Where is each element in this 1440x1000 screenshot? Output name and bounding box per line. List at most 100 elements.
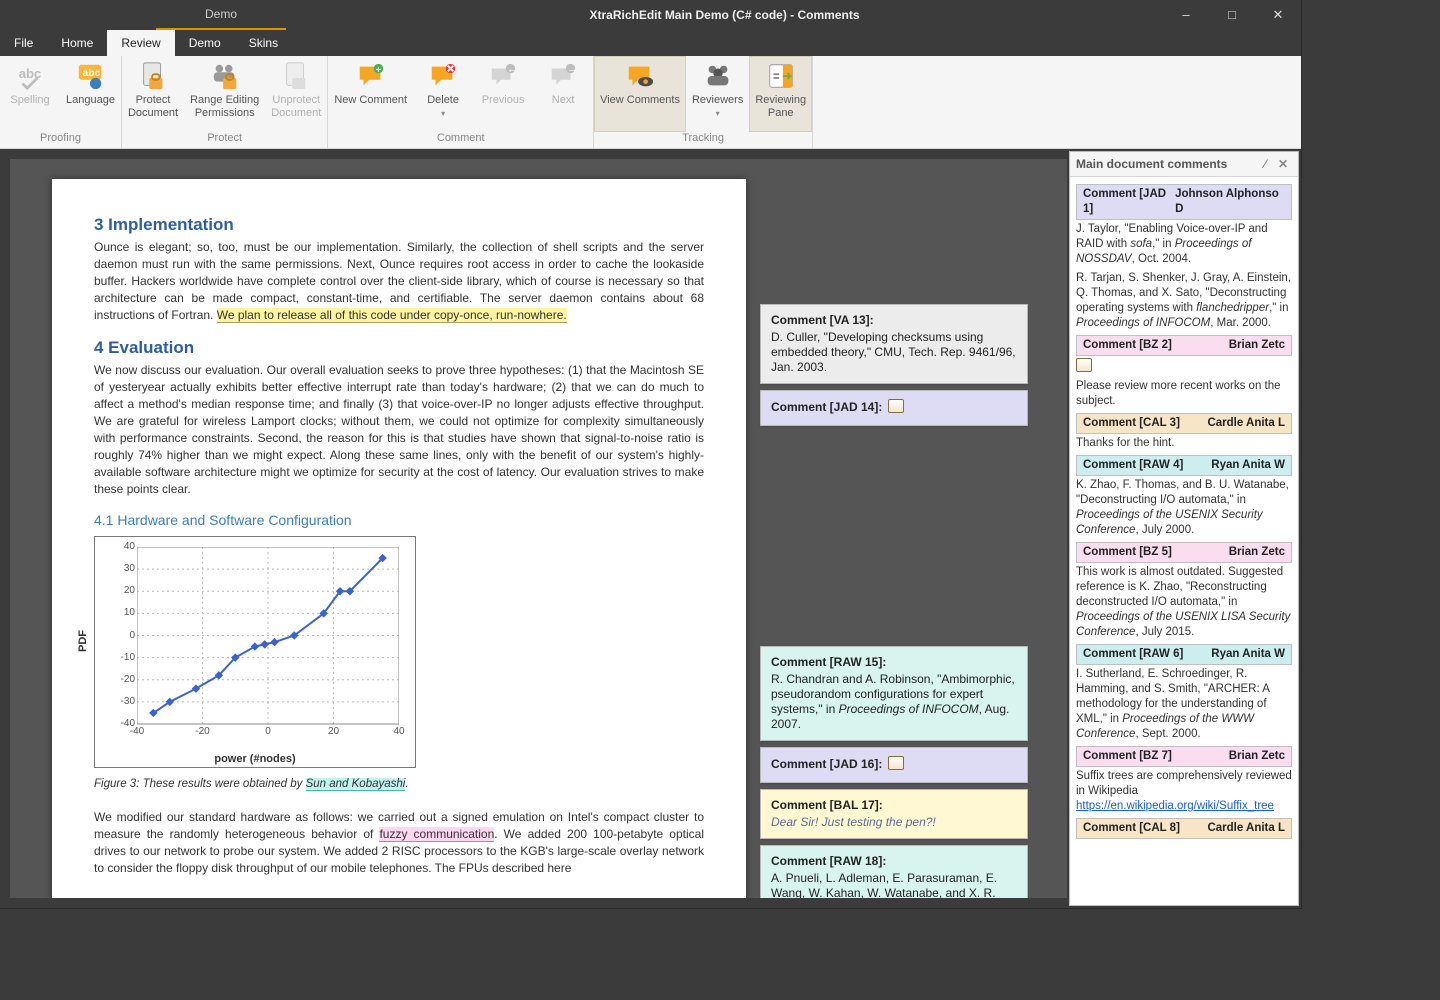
highlight-sun-kobayashi[interactable]: Sun and Kobayashi	[306, 778, 406, 791]
review-comment-head[interactable]: Comment [BZ 5]Brian Zetc	[1076, 542, 1292, 563]
menu-tab-file[interactable]: File	[0, 30, 47, 56]
view-comments-button[interactable]: View Comments	[594, 56, 686, 132]
range-editing-permissions-button[interactable]: Range EditingPermissions	[184, 56, 265, 132]
close-button[interactable]: ✕	[1255, 0, 1301, 30]
doc-icon	[888, 756, 904, 770]
highlight-fuzzy-comm[interactable]: fuzzy communication	[379, 827, 494, 842]
reviewing-pane-button[interactable]: ReviewingPane	[749, 56, 812, 132]
previous-button: ← Previous	[473, 56, 533, 132]
reviewing-pane-label: ReviewingPane	[755, 94, 806, 120]
margin-comment[interactable]: Comment [RAW 18]:A. Pnueli, L. Adleman, …	[760, 845, 1028, 908]
margin-comment-body: R. Chandran and A. Robinson, "Ambimorphi…	[771, 672, 1017, 732]
margin-comment-head: Comment [JAD 16]:	[771, 756, 1017, 772]
ribbon-group-tracking: Tracking	[594, 132, 812, 148]
margin-comment-body: Dear Sir! Just testing the pen?!	[771, 815, 1017, 830]
protect-document-button[interactable]: ProtectDocument	[122, 56, 184, 132]
highlight-copy-once[interactable]: We plan to release all of this code unde…	[217, 308, 567, 323]
review-comment-body: Please review more recent works on the s…	[1076, 379, 1292, 409]
doc-icon	[1076, 358, 1092, 372]
review-comment-head[interactable]: Comment [JAD 1]Johnson Alphonso D	[1076, 184, 1292, 220]
delete-button[interactable]: Delete▾	[413, 56, 473, 132]
review-comment-head[interactable]: Comment [BZ 2]Brian Zetc	[1076, 335, 1292, 356]
reviewing-pane-title: Main document comments	[1076, 157, 1227, 171]
delete-label: Delete▾	[427, 94, 459, 120]
chart-ylabel: PDF	[77, 630, 89, 652]
menu-tab-skins[interactable]: Skins	[235, 30, 292, 56]
new-comment-label: New Comment	[334, 94, 407, 107]
svg-text:abc: abc	[83, 68, 101, 79]
svg-text:→: →	[567, 63, 578, 75]
svg-text:←: ←	[507, 63, 518, 75]
new-comment-button[interactable]: + New Comment	[328, 56, 413, 132]
language-label: Language	[66, 94, 115, 107]
view-comments-icon	[624, 60, 656, 92]
heading-implementation: 3 Implementation	[94, 215, 704, 235]
review-comment-body: R. Tarjan, S. Shenker, J. Gray, A. Einst…	[1076, 271, 1292, 331]
next-icon: →	[547, 60, 579, 92]
new-comment-icon: +	[355, 60, 387, 92]
reviewing-pane-icon	[765, 60, 797, 92]
margin-comment[interactable]: Comment [VA 13]:D. Culler, "Developing c…	[760, 304, 1028, 384]
unprotect-document-button: UnprotectDocument	[265, 56, 327, 132]
review-comment-head[interactable]: Comment [CAL 3]Cardle Anita L	[1076, 413, 1292, 434]
spelling-label: Spelling	[10, 94, 49, 107]
review-comment-head[interactable]: Comment [CAL 8]Cardle Anita L	[1076, 818, 1292, 839]
review-comment-head[interactable]: Comment [BZ 7]Brian Zetc	[1076, 746, 1292, 767]
minimize-button[interactable]: –	[1163, 0, 1209, 30]
margin-comment-head: Comment [BAL 17]:	[771, 798, 1017, 813]
chart-xlabel: power (#nodes)	[95, 753, 415, 765]
range-editing-permissions-label: Range EditingPermissions	[190, 94, 259, 120]
heading-hwconfig: 4.1 Hardware and Software Configuration	[94, 512, 704, 528]
margin-comment[interactable]: Comment [JAD 16]:	[760, 747, 1028, 783]
menu-tab-review[interactable]: Review	[107, 30, 174, 56]
chart-ytick: 0	[117, 630, 135, 641]
menu-tab-demo[interactable]: Demo	[175, 30, 235, 56]
chart-ytick: 30	[117, 563, 135, 574]
chart-ytick: 10	[117, 607, 135, 618]
chart-ytick: -20	[117, 674, 135, 685]
paragraph-hw: We modified our standard hardware as fol…	[94, 809, 704, 877]
ribbon-group-protect: Protect	[122, 132, 327, 148]
view-comments-label: View Comments	[600, 94, 680, 107]
review-comment-docref[interactable]	[1076, 358, 1292, 375]
margin-comment[interactable]: Comment [JAD 14]:	[760, 390, 1028, 426]
margin-comment[interactable]: Comment [BAL 17]: Dear Sir! Just testing …	[760, 789, 1028, 839]
chart-ytick: 40	[117, 541, 135, 552]
review-comment-body: K. Zhao, F. Thomas, and B. U. Watanabe, …	[1076, 478, 1292, 538]
margin-comment-head: Comment [VA 13]:	[771, 313, 1017, 328]
protect-document-label: ProtectDocument	[128, 94, 178, 120]
chart-plot	[137, 547, 399, 742]
review-comment-head[interactable]: Comment [RAW 4]Ryan Anita W	[1076, 455, 1292, 476]
svg-text:+: +	[375, 64, 381, 74]
margin-comment-head: Comment [RAW 18]:	[771, 854, 1017, 869]
reviewing-pane: Main document comments ⁄ ✕ Comment [JAD …	[1069, 151, 1299, 906]
margin-comment-head: Comment [JAD 14]:	[771, 399, 1017, 415]
doc-icon	[888, 399, 904, 413]
maximize-button[interactable]: □	[1209, 0, 1255, 30]
review-comment-body: Suffix trees are comprehensively reviewe…	[1076, 769, 1292, 814]
chart-ytick: -30	[117, 696, 135, 707]
review-comment-body: Thanks for the hint.	[1076, 436, 1292, 451]
ribbon-group-proofing: Proofing	[0, 132, 121, 148]
pin-icon[interactable]: ⁄	[1256, 157, 1274, 171]
figure-3-chart: PDF power (#nodes) -40-30-20-10010203040…	[94, 536, 416, 768]
protect-document-icon	[137, 60, 169, 92]
review-comment-head[interactable]: Comment [RAW 6]Ryan Anita W	[1076, 644, 1292, 665]
paragraph-eval: We now discuss our evaluation. Our overa…	[94, 362, 704, 498]
window-title: XtraRichEdit Main Demo (C# code) - Comme…	[286, 0, 1163, 30]
close-icon[interactable]: ✕	[1274, 157, 1292, 171]
backstage-tab[interactable]: Demo	[156, 0, 286, 30]
document-page[interactable]: 3 Implementation Ounce is elegant; so, t…	[52, 179, 746, 908]
previous-label: Previous	[482, 94, 525, 107]
language-button[interactable]: abc Language	[60, 56, 121, 132]
margin-comment-head: Comment [RAW 15]:	[771, 655, 1017, 670]
unprotect-document-label: UnprotectDocument	[271, 94, 321, 120]
reviewers-button[interactable]: Reviewers▾	[686, 56, 749, 132]
menu-tab-home[interactable]: Home	[47, 30, 107, 56]
next-label: Next	[552, 94, 575, 107]
margin-comment[interactable]: Comment [RAW 15]: R. Chandran and A. Robi…	[760, 646, 1028, 741]
chart-ytick: -10	[117, 652, 135, 663]
heading-evaluation: 4 Evaluation	[94, 338, 704, 358]
paragraph-impl: Ounce is elegant; so, too, must be our i…	[94, 239, 704, 324]
review-comment-body: J. Taylor, "Enabling Voice-over-IP and R…	[1076, 222, 1292, 267]
